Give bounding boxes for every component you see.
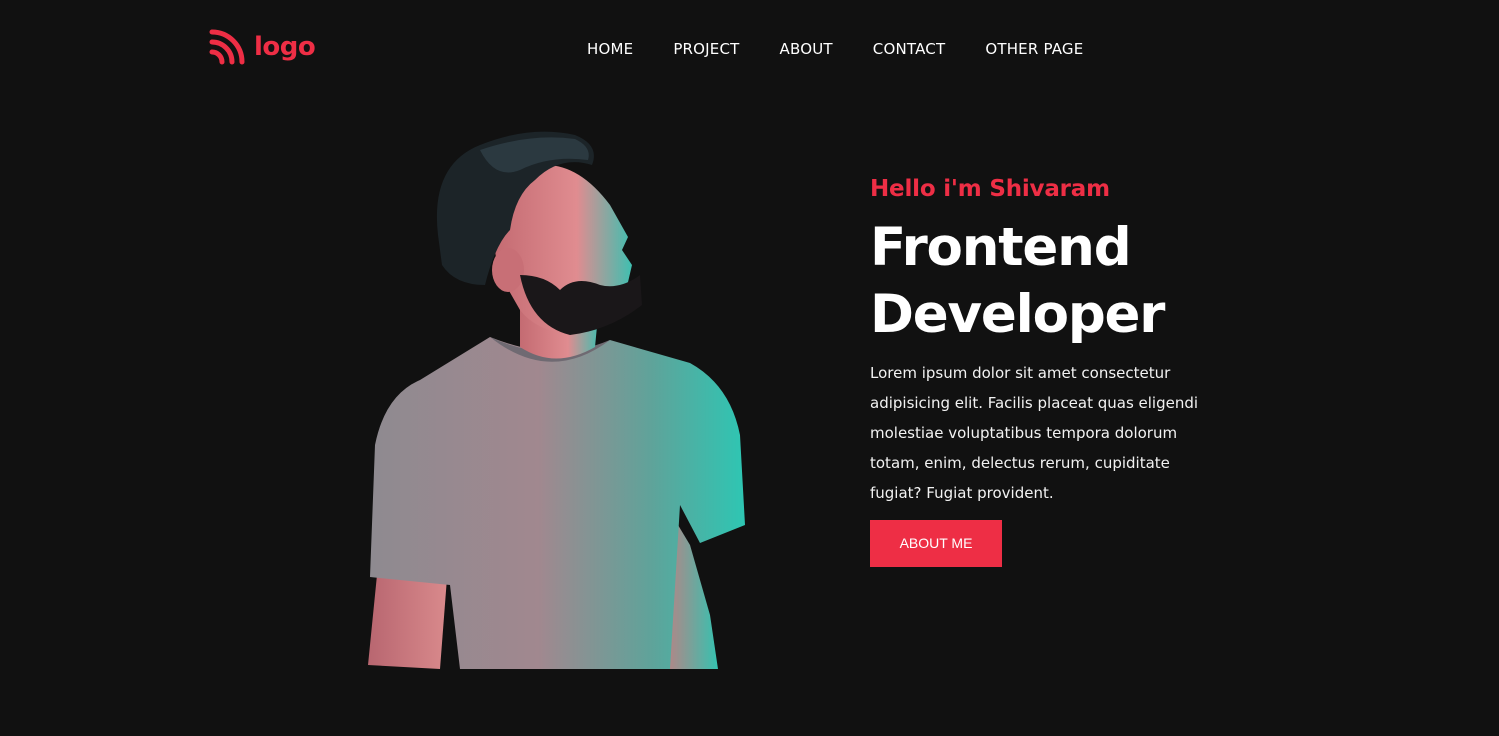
logo-text: logo <box>254 31 316 62</box>
nav-contact[interactable]: CONTACT <box>873 39 946 59</box>
about-me-button[interactable]: ABOUT ME <box>870 520 1002 567</box>
rss-feed-icon <box>209 29 245 65</box>
nav-home[interactable]: HOME <box>587 39 633 59</box>
hero-description: Lorem ipsum dolor sit amet consectetur a… <box>870 364 1199 502</box>
hero-title: Frontend Developer <box>870 214 1230 348</box>
hero-greeting: Hello i'm Shivaram <box>870 176 1110 202</box>
nav-other-page[interactable]: OTHER PAGE <box>985 39 1083 59</box>
nav-about[interactable]: ABOUT <box>780 39 833 59</box>
nav-project[interactable]: PROJECT <box>673 39 739 59</box>
main-nav: HOME PROJECT ABOUT CONTACT OTHER PAGE <box>587 39 1083 59</box>
page: logo HOME PROJECT ABOUT CONTACT OTHER PA… <box>0 0 1499 736</box>
hero-title-line-2: Developer <box>870 284 1165 345</box>
hero-title-line-1: Frontend <box>870 217 1132 278</box>
hero-photo <box>368 131 745 669</box>
logo[interactable]: logo <box>209 28 316 65</box>
hero-text: Hello i'm Shivaram Frontend Developer Lo… <box>870 172 1230 567</box>
